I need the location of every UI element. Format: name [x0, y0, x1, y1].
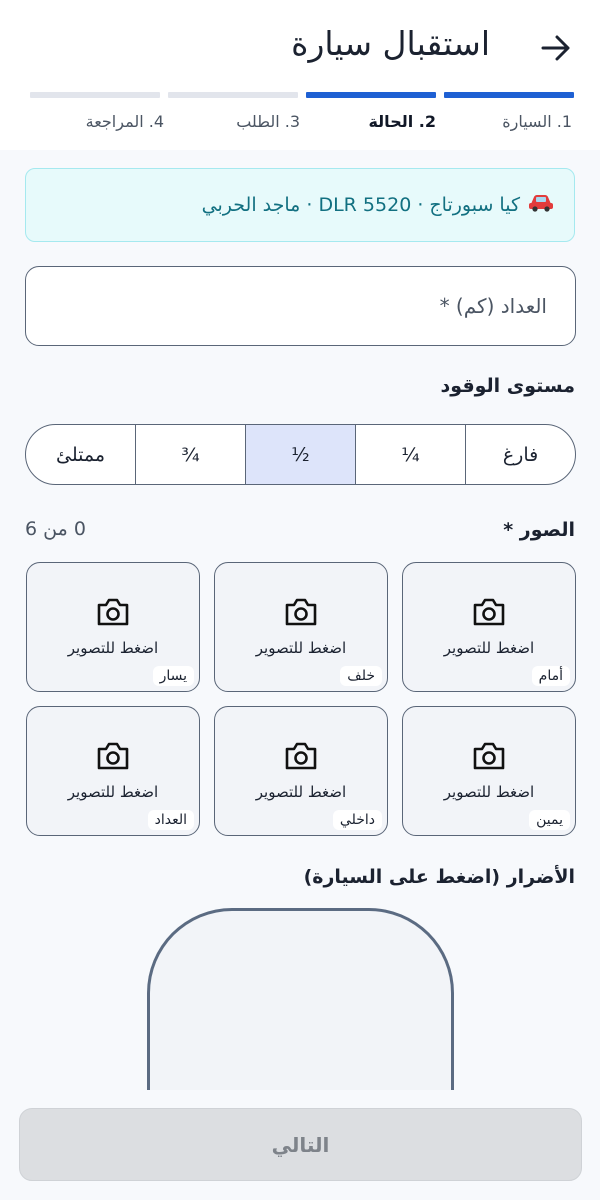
camera-icon: [97, 598, 129, 626]
arrow-right-icon: [541, 35, 570, 61]
photo-tag: العداد: [147, 810, 194, 830]
photo-tag: خلف: [340, 666, 382, 686]
progress-segment: [444, 92, 574, 98]
photos-label: الصور *: [503, 519, 575, 541]
vehicle-info-banner: كيا سبورتاج · DLR 5520 · ماجد الحربي: [25, 168, 575, 242]
fuel-option-empty[interactable]: فارغ: [465, 425, 575, 484]
step-progress-bar: [30, 92, 574, 98]
fuel-option-three-quarters[interactable]: ¾: [135, 425, 245, 484]
photo-tile-back[interactable]: اضغط للتصوير خلف: [214, 562, 388, 692]
tap-to-capture-label: اضغط للتصوير: [67, 783, 159, 801]
page-title: استقبال سيارة: [291, 24, 490, 63]
photo-tile-interior[interactable]: اضغط للتصوير داخلي: [214, 706, 388, 836]
fuel-option-full[interactable]: ممتلئ: [26, 425, 135, 484]
photo-tag: أمام: [531, 666, 570, 686]
camera-icon: [285, 598, 317, 626]
photo-tile-right[interactable]: اضغط للتصوير يمين: [402, 706, 576, 836]
odometer-field[interactable]: [25, 266, 576, 346]
photo-tile-odometer[interactable]: اضغط للتصوير العداد: [26, 706, 200, 836]
photo-grid: اضغط للتصوير أمام اضغط للتصوير خلف اضغط …: [25, 562, 576, 836]
car-damage-diagram[interactable]: [147, 908, 454, 1090]
back-button[interactable]: [536, 28, 576, 68]
tap-to-capture-label: اضغط للتصوير: [443, 639, 535, 657]
photo-tag: داخلي: [332, 810, 382, 830]
tap-to-capture-label: اضغط للتصوير: [67, 639, 159, 657]
camera-icon: [473, 598, 505, 626]
fuel-level-label: مستوى الوقود: [440, 375, 575, 397]
fuel-option-quarter[interactable]: ¼: [355, 425, 465, 484]
fuel-level-selector[interactable]: فارغ ¼ ½ ¾ ممتلئ: [25, 424, 576, 485]
tap-to-capture-label: اضغط للتصوير: [255, 639, 347, 657]
camera-icon: [97, 742, 129, 770]
next-button[interactable]: التالي: [19, 1108, 582, 1181]
odometer-input[interactable]: [26, 294, 547, 318]
photo-tile-left[interactable]: اضغط للتصوير يسار: [26, 562, 200, 692]
car-icon: [528, 193, 554, 218]
step-request[interactable]: 3. الطلب: [166, 112, 302, 131]
camera-icon: [473, 742, 505, 770]
tap-to-capture-label: اضغط للتصوير: [255, 783, 347, 801]
vehicle-summary: كيا سبورتاج · DLR 5520 · ماجد الحربي: [201, 194, 520, 216]
photo-tag: يسار: [152, 666, 194, 686]
progress-segment: [30, 92, 160, 98]
photo-tag: يمين: [529, 810, 570, 830]
step-labels: 1. السيارة 2. الحالة 3. الطلب 4. المراجع…: [30, 112, 574, 131]
progress-segment: [306, 92, 436, 98]
progress-segment: [168, 92, 298, 98]
step-vehicle[interactable]: 1. السيارة: [438, 112, 574, 131]
photo-count: 0 من 6: [25, 518, 86, 540]
tap-to-capture-label: اضغط للتصوير: [443, 783, 535, 801]
step-condition[interactable]: 2. الحالة: [302, 112, 438, 131]
camera-icon: [285, 742, 317, 770]
photo-tile-front[interactable]: اضغط للتصوير أمام: [402, 562, 576, 692]
fuel-option-half[interactable]: ½: [245, 425, 355, 484]
damage-label: الأضرار (اضغط على السيارة): [303, 866, 575, 888]
app-header: استقبال سيارة 1. السيارة 2. الحالة 3. ال…: [0, 0, 600, 150]
step-review[interactable]: 4. المراجعة: [30, 112, 166, 131]
